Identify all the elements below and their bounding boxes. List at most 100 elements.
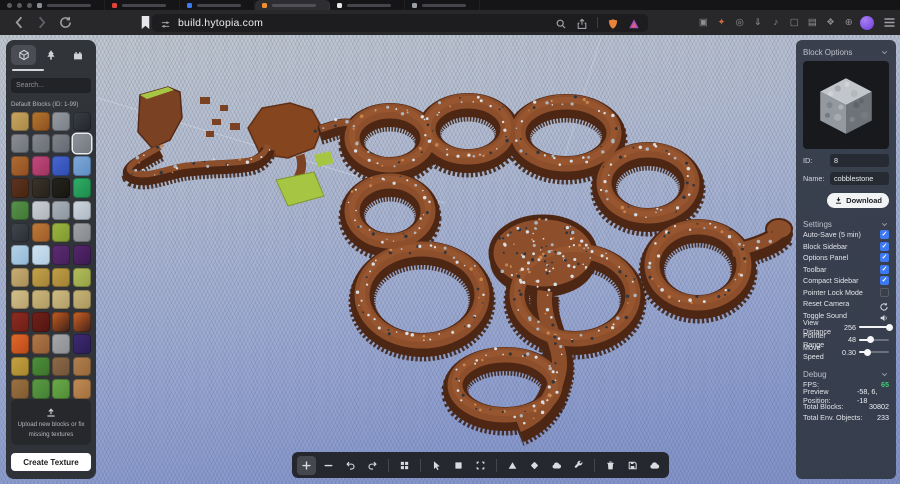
block-swatch[interactable] [31,156,50,176]
block-swatch[interactable] [52,267,71,288]
block-swatch[interactable] [73,334,91,354]
block-swatch[interactable] [31,356,50,377]
share-icon[interactable] [576,17,588,29]
block-swatch[interactable] [52,379,71,399]
fill-tool-button[interactable] [449,456,468,475]
checkbox[interactable] [880,287,889,297]
settings-header[interactable]: Settings [803,219,889,229]
search-icon[interactable] [555,17,567,29]
block-options-header[interactable]: Block Options [803,47,889,57]
block-swatch[interactable] [31,111,50,131]
redo-button[interactable] [363,456,382,475]
checkbox[interactable]: ✓ [880,264,889,274]
block-swatch[interactable] [73,379,91,399]
block-swatch[interactable] [73,222,91,243]
shield-icon[interactable] [607,17,619,29]
block-swatch[interactable] [73,178,91,198]
extension-download-icon[interactable]: ⇓ [753,16,764,29]
block-swatch[interactable] [52,289,71,310]
block-swatch[interactable] [73,289,91,310]
window-controls[interactable] [7,3,32,8]
block-swatch[interactable] [52,334,71,354]
extension-diamond-icon[interactable]: ❖ [825,16,836,29]
viewport-3d[interactable]: Search... Default Blocks (ID: 1-99) Uplo… [0,35,900,484]
debug-header[interactable]: Debug [803,370,889,380]
cloud-sync-button[interactable] [645,456,664,475]
menu-icon[interactable] [882,15,897,30]
browser-tab[interactable] [105,0,180,10]
block-swatch[interactable] [73,267,91,288]
block-swatch[interactable] [31,222,50,243]
slider-thumb[interactable] [863,348,871,356]
create-texture-button[interactable]: Create Texture [11,453,91,471]
block-swatch[interactable] [31,334,50,354]
download-button[interactable]: Download [827,193,889,208]
block-swatch[interactable] [11,334,29,354]
name-input[interactable] [830,172,889,185]
browser-tab[interactable] [255,0,330,10]
undo-button[interactable] [341,456,360,475]
block-swatch[interactable] [11,312,29,332]
block-swatch[interactable] [31,178,50,198]
pointer-tool-button[interactable] [427,456,446,475]
slider[interactable] [859,348,889,356]
settings-tool-button[interactable] [569,456,588,475]
checkbox[interactable]: ✓ [880,253,889,263]
block-swatch[interactable] [73,133,91,154]
extension-box-icon[interactable]: ▣ [698,16,709,29]
block-swatch[interactable] [52,178,71,198]
url-field[interactable]: build.hytopia.com [152,13,648,32]
block-swatch[interactable] [11,245,29,265]
block-swatch[interactable] [73,356,91,377]
block-swatch[interactable] [73,111,91,131]
block-swatch[interactable] [31,289,50,310]
block-swatch[interactable] [11,111,29,131]
block-swatch[interactable] [52,111,71,131]
select-tool-button[interactable] [471,456,490,475]
browser-tab[interactable] [180,0,255,10]
block-swatch[interactable] [11,267,29,288]
upload-dropzone[interactable]: Upload new blocks or fix missing texture… [11,399,91,445]
checkbox[interactable]: ✓ [880,276,889,286]
extension-globe-icon[interactable]: ⊕ [843,16,854,29]
block-swatch[interactable] [73,156,91,176]
browser-tab[interactable] [30,0,105,10]
block-swatch[interactable] [73,245,91,265]
reset-icon[interactable] [879,299,889,311]
id-input[interactable] [830,154,889,167]
slider[interactable] [859,336,889,344]
block-swatch[interactable] [52,133,71,154]
block-swatch[interactable] [11,156,29,176]
block-swatch[interactable] [73,312,91,332]
browser-tab[interactable] [330,0,405,10]
browser-tab[interactable] [405,0,480,10]
browser-logo-icon[interactable] [628,17,640,29]
block-swatch[interactable] [52,156,71,176]
search-input[interactable]: Search... [11,77,91,93]
block-swatch[interactable] [31,379,50,399]
grid-view-button[interactable] [395,456,414,475]
slider[interactable] [859,323,893,331]
remove-button[interactable] [319,456,338,475]
block-swatch[interactable] [11,356,29,377]
block-swatch[interactable] [73,200,91,221]
extension-window-icon[interactable]: ▢ [789,16,800,29]
checkbox[interactable]: ✓ [880,241,889,251]
checkbox[interactable]: ✓ [880,230,889,240]
back-button[interactable] [12,15,27,30]
forward-button[interactable] [34,15,49,30]
slider-thumb[interactable] [866,336,874,344]
block-swatch[interactable] [11,379,29,399]
block-swatch[interactable] [31,267,50,288]
block-swatch[interactable] [11,289,29,310]
terrain-tool-button[interactable] [503,456,522,475]
block-swatch[interactable] [31,200,50,221]
speaker-icon[interactable] [879,310,889,322]
random-tool-button[interactable] [525,456,544,475]
block-swatch[interactable] [31,312,50,332]
extension-lasso-icon[interactable]: ◎ [734,16,745,29]
block-swatch[interactable] [52,200,71,221]
block-swatch[interactable] [11,222,29,243]
extension-card-icon[interactable]: ▤ [807,16,818,29]
block-swatch[interactable] [52,312,71,332]
